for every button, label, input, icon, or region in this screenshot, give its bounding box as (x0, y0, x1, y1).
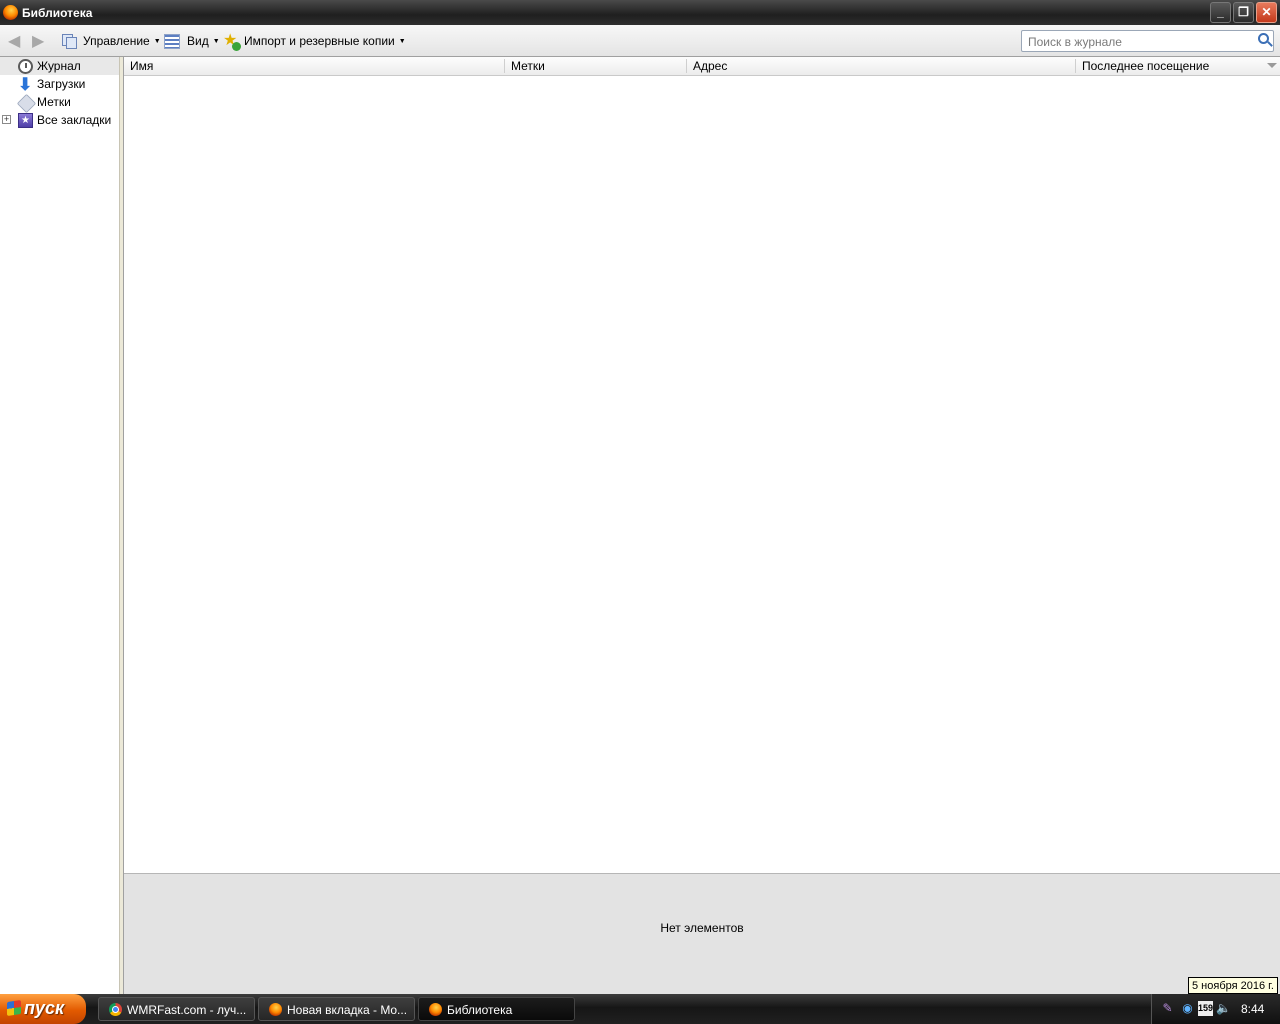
restore-button[interactable]: ❐ (1233, 2, 1254, 23)
windows-logo-icon (7, 1000, 21, 1016)
window-titlebar[interactable]: Библиотека _ ❐ ✕ (0, 0, 1280, 25)
column-address[interactable]: Адрес (687, 57, 1075, 75)
network-icon[interactable]: ◉ (1180, 1001, 1195, 1016)
back-arrow-icon[interactable]: ◀ (8, 31, 20, 51)
import-label: Импорт и резервные копии (244, 34, 395, 48)
details-pane: Нет элементов (124, 873, 1280, 994)
system-tray: ✎ ◉ 159 🔈 8:44 (1151, 994, 1280, 1024)
taskbar-button-label: WMRFast.com - луч... (127, 1003, 247, 1017)
column-tags[interactable]: Метки (505, 57, 686, 75)
dropdown-arrow-icon: ▼ (212, 37, 220, 45)
search-input[interactable] (1026, 34, 1252, 50)
close-button[interactable]: ✕ (1256, 2, 1277, 23)
empty-message: Нет элементов (660, 921, 744, 935)
taskbar-button-library[interactable]: Библиотека (418, 997, 575, 1021)
column-headers: Имя Метки Адрес Последнее посещение (124, 57, 1280, 76)
library-sidebar: Журнал ⬇ Загрузки Метки + ★ Все закладки (0, 57, 119, 994)
view-list-icon (164, 33, 180, 49)
firefox-icon (269, 1003, 282, 1016)
sidebar-item-label: Все закладки (37, 113, 112, 127)
minimize-button[interactable]: _ (1210, 2, 1231, 23)
tray-badge[interactable]: 159 (1198, 1001, 1213, 1016)
restore-icon: ❐ (1238, 5, 1249, 19)
dropdown-arrow-icon: ▼ (398, 37, 406, 45)
history-list[interactable]: Имя Метки Адрес Последнее посещение (124, 57, 1280, 873)
manage-label: Управление (83, 34, 150, 48)
sidebar-item-tags[interactable]: Метки (0, 93, 119, 114)
taskbar-button-chrome[interactable]: WMRFast.com - луч... (98, 997, 255, 1021)
date-tooltip: 5 ноября 2016 г. (1188, 977, 1278, 994)
search-box[interactable] (1021, 30, 1274, 52)
clock-icon (18, 59, 33, 74)
manage-icon (62, 34, 77, 49)
manage-button[interactable]: Управление ▼ (62, 32, 161, 50)
minimize-icon: _ (1217, 5, 1224, 19)
view-label: Вид (187, 34, 209, 48)
forward-arrow-icon[interactable]: ▶ (32, 31, 44, 51)
dropdown-arrow-icon: ▼ (153, 37, 161, 45)
import-star-icon: ★ (223, 33, 241, 51)
taskbar-button-label: Библиотека (447, 1003, 513, 1017)
column-name[interactable]: Имя (124, 57, 504, 75)
tray-clock[interactable]: 8:44 (1241, 1002, 1264, 1016)
bookmarks-star-icon: ★ (18, 113, 33, 128)
firefox-icon (429, 1003, 442, 1016)
start-button[interactable]: пуск (0, 994, 86, 1024)
column-last-visit[interactable]: Последнее посещение (1076, 57, 1280, 75)
sidebar-item-label: Журнал (37, 59, 81, 73)
library-toolbar: ◀ ▶ Управление ▼ Вид ▼ ★ Импорт и резерв… (0, 25, 1280, 57)
sidebar-item-all-bookmarks[interactable]: + ★ Все закладки (0, 111, 119, 129)
start-label: пуск (24, 998, 65, 1018)
close-icon: ✕ (1261, 5, 1272, 19)
sort-indicator-icon (1267, 63, 1277, 68)
taskbar-button-new-tab[interactable]: Новая вкладка - Mo... (258, 997, 415, 1021)
sidebar-item-label: Загрузки (37, 77, 86, 91)
feather-icon[interactable]: ✎ (1160, 1001, 1175, 1016)
firefox-icon (3, 5, 18, 20)
search-icon[interactable] (1258, 33, 1269, 44)
sidebar-item-history[interactable]: Журнал (0, 57, 119, 75)
tree-expander[interactable]: + (2, 115, 11, 124)
view-button[interactable]: Вид ▼ (164, 32, 220, 50)
import-backup-button[interactable]: ★ Импорт и резервные копии ▼ (223, 32, 406, 51)
taskbar-button-label: Новая вкладка - Mo... (287, 1003, 408, 1017)
taskbar: пуск WMRFast.com - луч... Новая вкладка … (0, 994, 1280, 1024)
window-title: Библиотека (22, 6, 93, 20)
chrome-icon (109, 1003, 122, 1016)
download-arrow-icon: ⬇ (18, 75, 33, 94)
sidebar-item-label: Метки (37, 95, 71, 109)
sidebar-item-downloads[interactable]: ⬇ Загрузки (0, 75, 119, 93)
volume-icon[interactable]: 🔈 (1216, 1001, 1231, 1016)
